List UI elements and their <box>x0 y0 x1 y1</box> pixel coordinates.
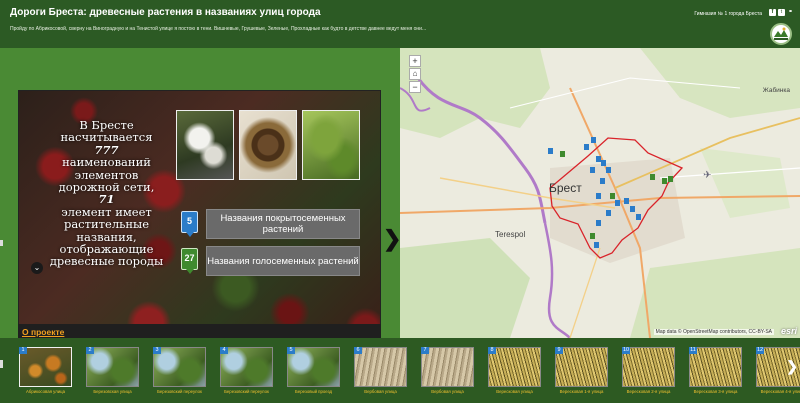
panel-collapse-handle[interactable] <box>0 240 3 246</box>
map-attribution: Map data © OpenStreetMap contributors, C… <box>653 329 774 335</box>
carousel-thumbnail[interactable]: 2 Березовская улица <box>86 347 139 394</box>
esri-logo: esri <box>780 326 797 336</box>
legend-angiosperms[interactable]: 5 Названия покрытосеменных растений <box>181 209 361 239</box>
gymnosperms-button[interactable]: Названия голосеменных растений <box>206 246 360 276</box>
story-line-4: элемент имеет растительные названия, ото… <box>49 204 164 269</box>
thumbnail-number: 5 <box>287 347 295 354</box>
carousel-thumbnail[interactable]: 10 Вересковая 2-я улица <box>622 347 675 394</box>
thumbnail-number: 12 <box>756 347 765 354</box>
legend-gymnosperms[interactable]: 27 Названия голосеменных растений <box>181 246 361 276</box>
svg-text:✈: ✈ <box>703 170 711 181</box>
zhabinka-label: Жабинка <box>762 87 790 94</box>
thumbnail-label: Вересковая 1-я улица <box>559 389 604 394</box>
thumbnail-number: 1 <box>19 347 27 354</box>
pinecone-photo[interactable] <box>239 110 297 180</box>
carousel-thumbnail[interactable]: 9 Вересковая 1-я улица <box>555 347 608 394</box>
zoom-in-button[interactable]: + <box>409 55 421 67</box>
twitter-icon[interactable]: t <box>778 9 785 16</box>
link-icon[interactable]: ⚭ <box>787 9 794 16</box>
school-logo[interactable] <box>770 23 792 45</box>
thumbnail-number: 7 <box>421 347 429 354</box>
thumbnail-label: Вересковая 2-я улица <box>626 389 671 394</box>
thumbnail-label: Вербовая улица <box>431 389 464 394</box>
blue-marker-icon: 5 <box>181 211 198 237</box>
expand-text-button[interactable]: ⌄ <box>31 262 43 274</box>
thumbnail-number: 10 <box>622 347 631 354</box>
carousel-thumbnail[interactable]: 11 Вересковая 3-я улица <box>689 347 742 394</box>
about-project-link[interactable]: О проекте <box>22 327 64 337</box>
green-marker-icon: 27 <box>181 248 198 274</box>
zoom-out-button[interactable]: − <box>409 81 421 93</box>
app-header: Дороги Бреста: древесные растения в назв… <box>0 0 800 48</box>
story-text: В Бресте насчитывается 777 наименований … <box>49 119 164 268</box>
thumbnail-number: 6 <box>354 347 362 354</box>
next-section-arrow-icon[interactable]: ❯ <box>383 228 401 250</box>
carousel-handle[interactable] <box>0 360 3 368</box>
terespol-label: Terespol <box>495 230 526 239</box>
thumbnail-label: Вересковая 3-я улица <box>693 389 738 394</box>
leaves-photo[interactable] <box>302 110 360 180</box>
logo-emblem-icon <box>774 27 788 40</box>
thumbnail-number: 11 <box>689 347 697 354</box>
flower-photo[interactable] <box>176 110 234 180</box>
angiosperms-button[interactable]: Названия покрытосеменных растений <box>206 209 360 239</box>
facebook-icon[interactable]: f <box>769 9 776 16</box>
carousel-thumbnail[interactable]: 5 Березовый проезд <box>287 347 340 394</box>
thumbnail-label: Абрикосовая улица <box>26 389 65 394</box>
story-panel: В Бресте насчитывается 777 наименований … <box>0 48 401 344</box>
thumbnail-carousel: 1 Абрикосовая улица 2 Березовская улица 3 Бер… <box>0 338 800 403</box>
carousel-next-icon[interactable]: ❯ <box>786 358 798 375</box>
story-line-3: наименований элементов дорожной сети, <box>58 155 155 195</box>
app-title: Дороги Бреста: древесные растения в назв… <box>10 7 321 18</box>
thumbnail-number: 2 <box>86 347 94 354</box>
thumbnail-label: Вересковая улица <box>496 389 533 394</box>
thumbnail-label: Березовый проезд <box>295 389 332 394</box>
carousel-thumbnail[interactable]: 6 Вербовая улица <box>354 347 407 394</box>
app-subtitle: Пройду по Абрикосовой, сверну на Виногра… <box>10 26 427 32</box>
map-canvas: ✈ <box>400 48 800 338</box>
thumbnail-label: Вересковая 4-я улица <box>760 389 800 394</box>
city-map[interactable]: ✈ + ⌂ − Брест Terespol Жабинка Map data … <box>400 48 800 338</box>
carousel-thumbnail[interactable]: 8 Вересковая улица <box>488 347 541 394</box>
thumbnail-label: Березовский переулок <box>224 389 269 394</box>
thumbnail-label: Березовский переулок <box>157 389 202 394</box>
thumbnail-number: 4 <box>220 347 228 354</box>
thumbnail-number: 8 <box>488 347 496 354</box>
carousel-thumbnail[interactable]: 3 Березовский переулок <box>153 347 206 394</box>
city-label: Брест <box>549 181 582 195</box>
carousel-thumbnail[interactable]: 4 Березовский переулок <box>220 347 273 394</box>
organization-name: Гимназия № 1 города Бреста <box>694 11 762 17</box>
thumbnail-label: Вербовая улица <box>364 389 397 394</box>
home-icon[interactable]: ⌂ <box>409 68 421 80</box>
carousel-thumbnail[interactable]: 7 Вербовая улица <box>421 347 474 394</box>
thumbnail-label: Березовская улица <box>93 389 132 394</box>
thumbnail-number: 3 <box>153 347 161 354</box>
story-card: В Бресте насчитывается 777 наименований … <box>18 90 381 344</box>
thumbnail-number: 9 <box>555 347 563 354</box>
carousel-thumbnail[interactable]: 1 Абрикосовая улица <box>19 347 72 394</box>
